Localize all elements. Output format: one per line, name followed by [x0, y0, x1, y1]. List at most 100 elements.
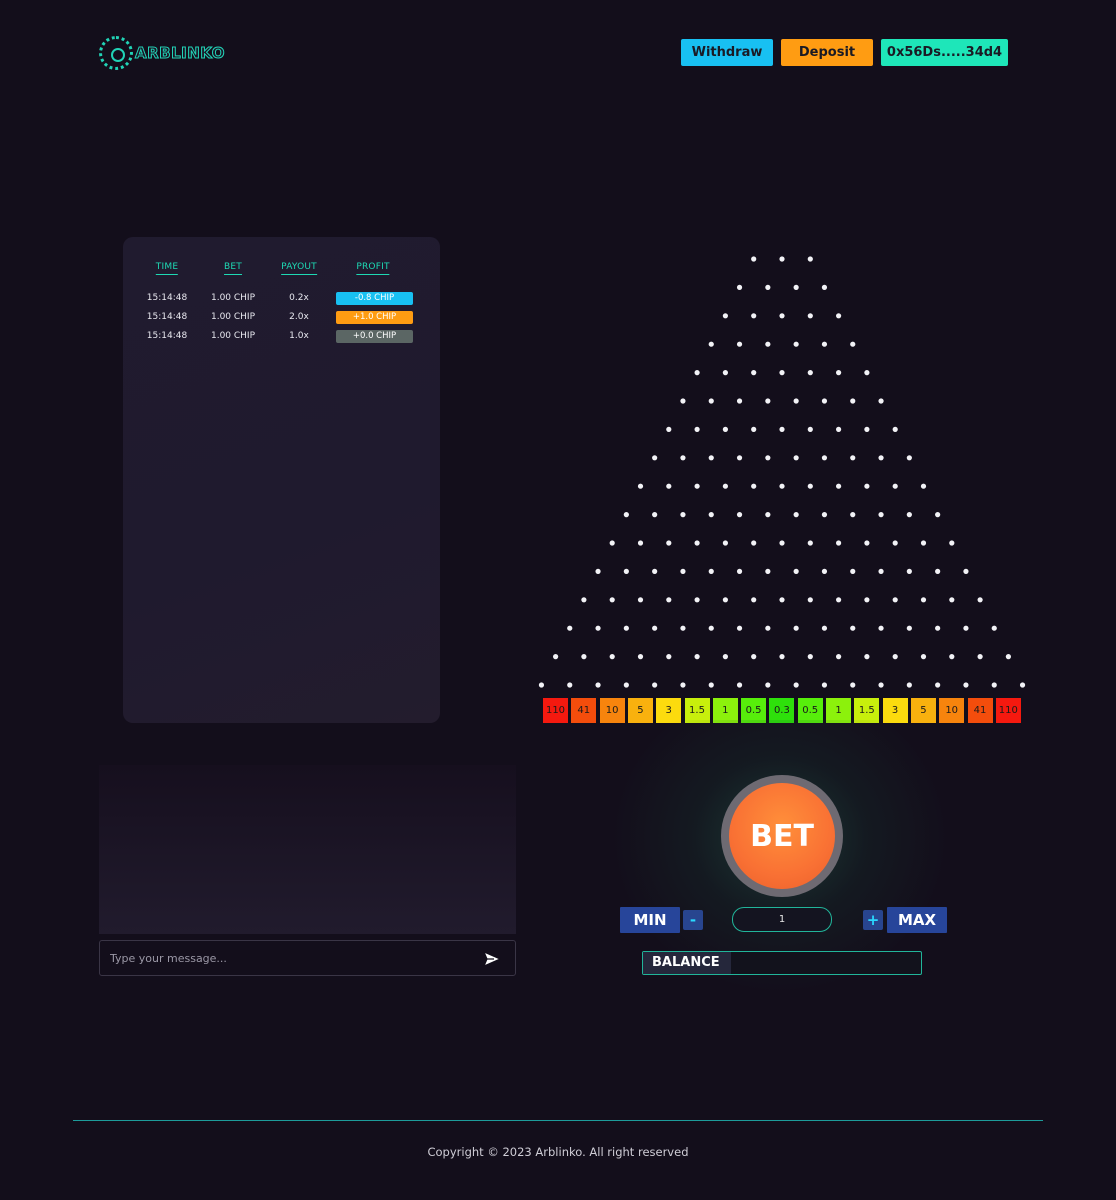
plinko-peg — [666, 426, 672, 432]
plinko-peg — [581, 597, 587, 603]
plinko-peg — [779, 483, 785, 489]
send-icon[interactable] — [482, 950, 502, 968]
history-profit-badge: -0.8 CHIP — [336, 292, 413, 305]
plinko-peg — [920, 540, 927, 546]
chat-message-input[interactable] — [110, 947, 470, 969]
plinko-peg — [722, 654, 728, 660]
plinko-peg — [736, 682, 743, 688]
plinko-peg — [949, 654, 955, 660]
multiplier-slot: 10 — [599, 698, 625, 723]
plinko-peg — [850, 455, 856, 461]
plinko-peg — [751, 483, 757, 489]
plinko-peg — [963, 568, 969, 574]
multiplier-slot: 3 — [656, 698, 682, 723]
bet-button[interactable]: BET — [729, 783, 835, 889]
plinko-peg — [920, 597, 927, 603]
plinko-peg — [836, 654, 842, 660]
plinko-peg — [722, 313, 728, 319]
plinko-peg — [553, 654, 559, 660]
multiplier-slot: 0.5 — [741, 698, 767, 723]
plinko-peg — [836, 483, 842, 489]
plinko-peg — [680, 455, 686, 461]
plinko-peg — [708, 398, 714, 404]
plinko-peg — [736, 284, 743, 290]
plinko-peg — [864, 483, 870, 489]
plinko-peg — [779, 256, 785, 262]
plinko-peg — [793, 284, 799, 290]
plinko-peg — [623, 568, 629, 574]
history-bet: 1.00 CHIP — [210, 331, 256, 341]
decrease-bet-button[interactable]: - — [683, 910, 703, 930]
plinko-peg — [581, 654, 587, 660]
plinko-peg — [906, 568, 912, 574]
history-row: 15:14:48 1.00 CHIP 1.0x +0.0 CHIP — [123, 330, 440, 345]
plinko-peg — [765, 284, 771, 290]
plinko-peg — [652, 625, 658, 631]
plinko-peg — [779, 540, 785, 546]
plinko-peg — [850, 568, 856, 574]
min-bet-button[interactable]: MIN — [620, 907, 680, 933]
plinko-peg — [836, 597, 842, 603]
plinko-peg — [637, 540, 644, 546]
plinko-peg — [609, 540, 615, 546]
plinko-peg — [722, 597, 728, 603]
plinko-pegs — [538, 256, 1026, 688]
plinko-peg — [765, 682, 771, 688]
multiplier-slot: 5 — [910, 698, 936, 723]
plinko-peg — [878, 512, 884, 518]
plinko-peg — [807, 370, 813, 376]
chat-messages-area[interactable] — [99, 765, 516, 934]
history-payout: 0.2x — [289, 293, 309, 303]
plinko-peg — [850, 512, 856, 518]
plinko-peg — [708, 568, 714, 574]
max-bet-button[interactable]: MAX — [887, 907, 947, 933]
withdraw-button[interactable]: Withdraw — [681, 39, 773, 66]
multiplier-slot: 0.3 — [769, 698, 795, 723]
plinko-peg — [652, 568, 658, 574]
plinko-peg — [906, 682, 912, 688]
plinko-peg — [538, 682, 545, 688]
plinko-peg — [779, 313, 785, 319]
plinko-peg — [708, 341, 714, 347]
history-row: 15:14:48 1.00 CHIP 2.0x +1.0 CHIP — [123, 311, 440, 326]
plinko-peg — [906, 455, 912, 461]
plinko-peg — [765, 625, 771, 631]
plinko-peg — [991, 682, 997, 688]
plinko-peg — [765, 512, 771, 518]
plinko-peg — [751, 597, 757, 603]
plinko-peg — [637, 597, 644, 603]
history-bet: 1.00 CHIP — [210, 293, 256, 303]
plinko-peg — [751, 313, 757, 319]
plinko-peg — [708, 682, 714, 688]
plinko-peg — [793, 455, 799, 461]
increase-bet-button[interactable]: + — [863, 910, 883, 930]
multiplier-slot: 110 — [995, 698, 1021, 723]
plinko-peg — [694, 483, 700, 489]
copyright-text: Copyright © 2023 Arblinko. All right res… — [427, 1145, 689, 1159]
plinko-peg — [1005, 654, 1011, 660]
multiplier-slot: 1 — [712, 698, 738, 723]
plinko-peg — [949, 540, 955, 546]
plinko-peg — [722, 370, 728, 376]
plinko-peg — [850, 625, 856, 631]
plinko-peg — [892, 654, 898, 660]
plinko-peg — [807, 654, 813, 660]
plinko-peg — [793, 682, 799, 688]
logo-icon — [99, 36, 133, 70]
plinko-peg — [694, 540, 700, 546]
plinko-peg — [793, 568, 799, 574]
plinko-peg — [807, 483, 813, 489]
brand-logo[interactable]: ARBLINKO — [99, 36, 225, 70]
multiplier-slot: 0.5 — [797, 698, 823, 723]
plinko-peg — [722, 540, 728, 546]
plinko-peg — [878, 625, 884, 631]
plinko-peg — [807, 540, 813, 546]
plinko-peg — [694, 654, 700, 660]
plinko-peg — [751, 540, 757, 546]
bet-amount-input[interactable] — [732, 907, 832, 932]
wallet-address-button[interactable]: 0x56Ds.....34d4 — [881, 39, 1008, 66]
plinko-peg — [666, 540, 672, 546]
plinko-peg — [751, 256, 757, 262]
plinko-peg — [736, 568, 743, 574]
deposit-button[interactable]: Deposit — [781, 39, 873, 66]
